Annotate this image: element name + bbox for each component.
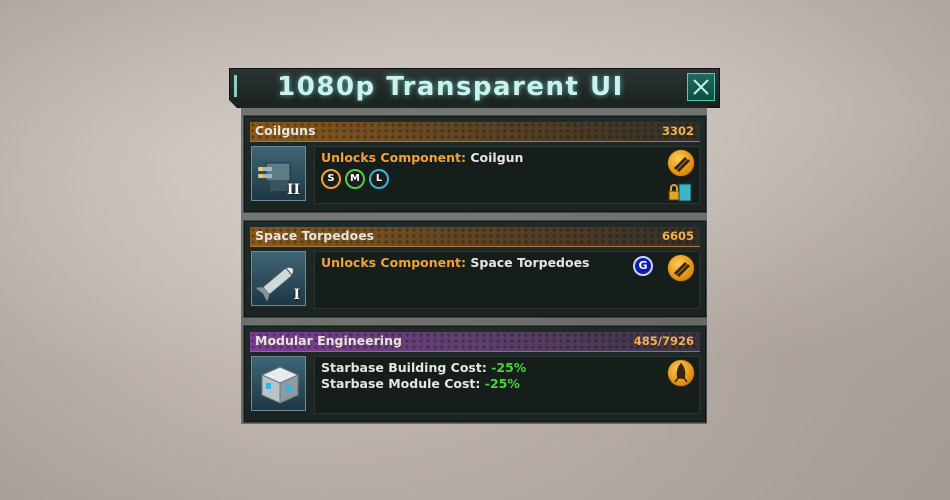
size-badge-s: S bbox=[321, 169, 341, 189]
tech-name: Space Torpedoes bbox=[255, 228, 375, 243]
size-badge-m: M bbox=[345, 169, 365, 189]
tech-description: Unlocks Component: Space Torpedoes G bbox=[314, 251, 700, 309]
unlock-label: Unlocks Component: bbox=[321, 255, 467, 270]
research-option-coilguns[interactable]: Coilguns 3302 II Unlocks Component: Coil… bbox=[243, 115, 707, 213]
window-title-bar: 1080p Transparent UI bbox=[229, 68, 720, 108]
locked-icon bbox=[668, 183, 692, 202]
guided-badge: G bbox=[633, 256, 653, 276]
tech-name: Modular Engineering bbox=[255, 333, 402, 348]
close-icon bbox=[692, 78, 710, 96]
tech-thumbnail: II bbox=[251, 146, 306, 201]
tech-cost: 485/7926 bbox=[633, 334, 694, 348]
tech-description: Unlocks Component: Coilgun S M L bbox=[314, 146, 700, 204]
tech-cost: 3302 bbox=[661, 124, 694, 138]
unlock-value: Space Torpedoes bbox=[470, 255, 590, 270]
card-header: Modular Engineering 485/7926 bbox=[250, 332, 700, 352]
size-badge-l: L bbox=[369, 169, 389, 189]
modifier-line: Starbase Module Cost: -25% bbox=[321, 376, 520, 391]
modifier-value: -25% bbox=[491, 360, 527, 375]
tech-thumbnail bbox=[251, 356, 306, 411]
modifier-line: Starbase Building Cost: -25% bbox=[321, 360, 526, 375]
weapon-category-icon bbox=[667, 254, 695, 282]
card-header: Coilguns 3302 bbox=[250, 122, 700, 142]
tier-numeral: II bbox=[286, 182, 300, 198]
research-option-space-torpedoes[interactable]: Space Torpedoes 6605 I Unlocks Component… bbox=[243, 220, 707, 318]
close-button[interactable] bbox=[687, 73, 715, 101]
research-option-modular-engineering[interactable]: Modular Engineering 485/7926 Starbase Bu… bbox=[243, 325, 707, 423]
window-title: 1080p Transparent UI bbox=[277, 72, 624, 102]
tech-cost: 6605 bbox=[661, 229, 694, 243]
card-header: Space Torpedoes 6605 bbox=[250, 227, 700, 247]
unlock-line: Unlocks Component: Space Torpedoes bbox=[321, 255, 590, 270]
unlock-label: Unlocks Component: bbox=[321, 150, 467, 165]
tech-name: Coilguns bbox=[255, 123, 316, 138]
tier-numeral: I bbox=[293, 287, 300, 303]
modifier-value: -25% bbox=[484, 376, 520, 391]
modifier-label: Starbase Building Cost: bbox=[321, 360, 487, 375]
weapon-category-icon bbox=[667, 149, 695, 177]
modifier-label: Starbase Module Cost: bbox=[321, 376, 481, 391]
tech-description: Starbase Building Cost: -25% Starbase Mo… bbox=[314, 356, 700, 414]
unlock-value: Coilgun bbox=[470, 150, 524, 165]
starbase-module-icon bbox=[260, 366, 300, 404]
unlock-line: Unlocks Component: Coilgun bbox=[321, 150, 523, 165]
tech-thumbnail: I bbox=[251, 251, 306, 306]
ship-category-icon bbox=[667, 359, 695, 387]
